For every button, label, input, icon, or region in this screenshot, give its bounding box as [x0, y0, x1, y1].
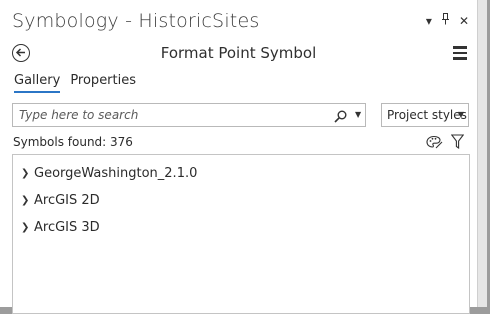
- style-select[interactable]: Project styles ▼: [381, 103, 469, 127]
- chevron-right-icon[interactable]: ❯: [21, 195, 31, 206]
- style-select-value: Project styles: [387, 108, 467, 122]
- symbology-pane: Symbology - HistoricSites ▾ ✕ Format Poi…: [0, 0, 478, 314]
- search-box: ▼: [12, 103, 366, 127]
- group-label: ArcGIS 3D: [34, 220, 100, 235]
- hamburger-icon-line: [453, 51, 467, 54]
- chevron-down-icon: ▼: [457, 110, 464, 119]
- group-label: ArcGIS 2D: [34, 193, 100, 208]
- panel-subtitle: Format Point Symbol: [160, 44, 317, 62]
- list-item[interactable]: ❯ ArcGIS 3D: [21, 220, 100, 235]
- window-edge: [478, 0, 490, 307]
- hamburger-icon-line: [453, 46, 467, 49]
- search-icon[interactable]: [334, 108, 347, 127]
- pin-icon[interactable]: [441, 13, 450, 28]
- filter-icon[interactable]: [450, 134, 465, 153]
- tab-properties[interactable]: Properties: [70, 73, 136, 92]
- tab-bar: Gallery Properties: [14, 73, 136, 93]
- hamburger-icon-line: [453, 57, 467, 60]
- group-label: GeorgeWashington_2.1.0: [34, 166, 198, 181]
- pane-title: Symbology - HistoricSites: [12, 10, 260, 32]
- list-item[interactable]: ❯ ArcGIS 2D: [21, 193, 100, 208]
- tab-gallery[interactable]: Gallery: [14, 73, 61, 93]
- style-palette-icon[interactable]: [426, 134, 443, 153]
- symbol-group-list: ❯ GeorgeWashington_2.1.0 ❯ ArcGIS 2D ❯ A…: [12, 154, 470, 314]
- symbols-found-count: Symbols found: 376: [13, 135, 133, 149]
- search-options-caret-icon[interactable]: ▼: [355, 110, 361, 119]
- search-input[interactable]: [19, 107, 319, 123]
- list-item[interactable]: ❯ GeorgeWashington_2.1.0: [21, 166, 197, 181]
- result-tools: [426, 134, 465, 153]
- title-bar-controls: ▾ ✕: [426, 13, 469, 28]
- menu-button[interactable]: [453, 46, 467, 60]
- chevron-right-icon[interactable]: ❯: [21, 168, 31, 179]
- pin-dropdown-icon[interactable]: ▾: [426, 14, 432, 28]
- chevron-right-icon[interactable]: ❯: [21, 222, 31, 233]
- close-icon[interactable]: ✕: [459, 14, 469, 28]
